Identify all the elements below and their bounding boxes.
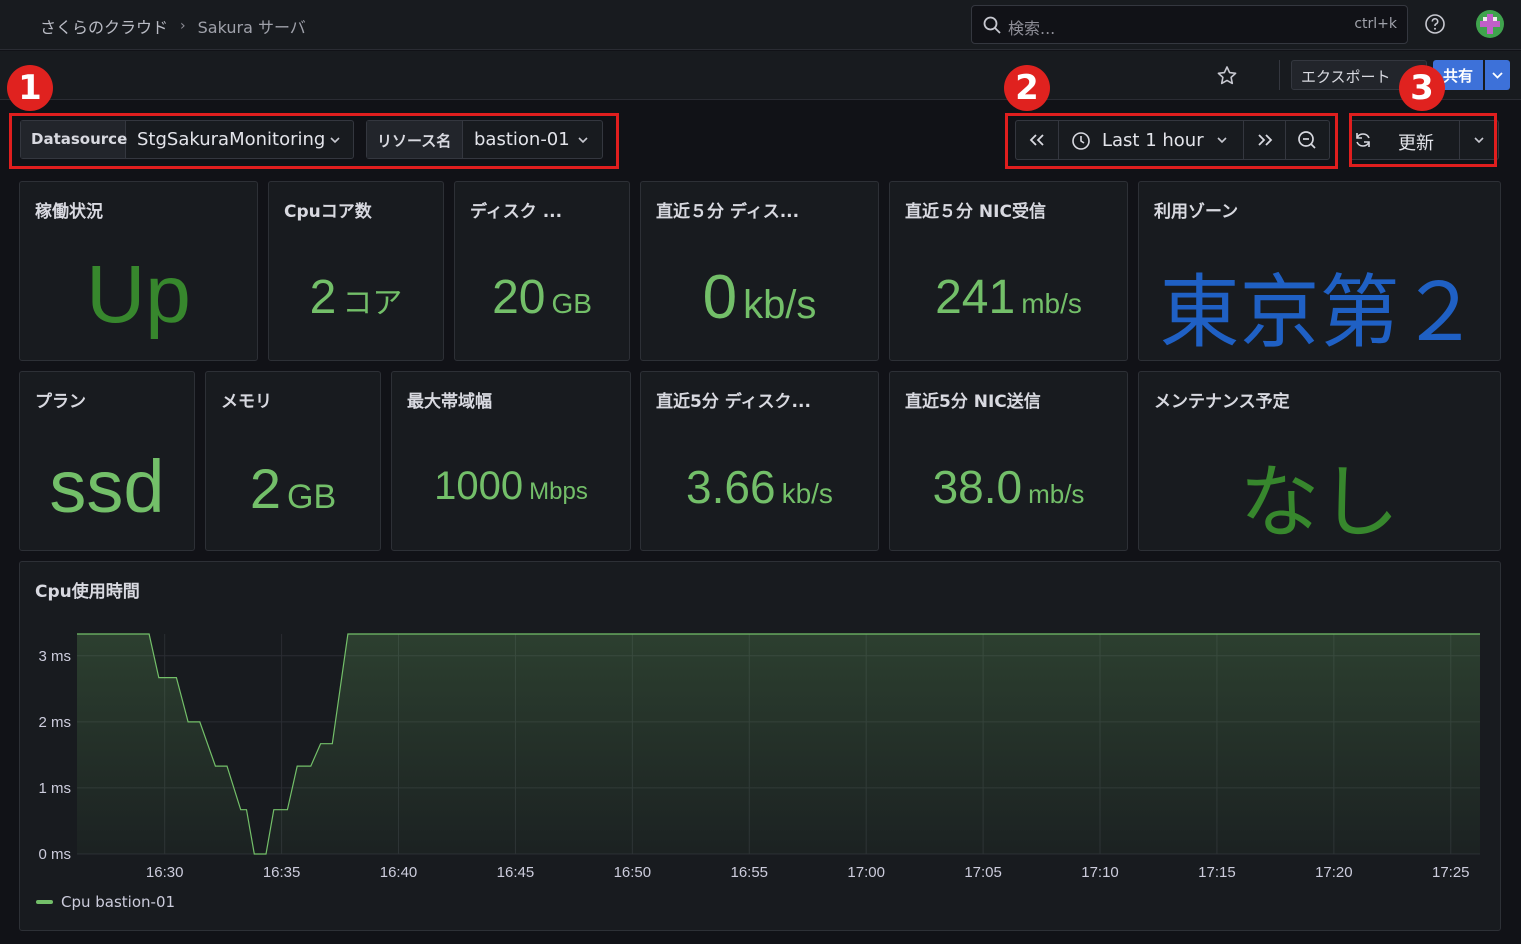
panel-cpu-usage-chart[interactable]: Cpu使用時間 0 ms 1 ms 2 ms 3 ms 16:30 16:35 16:40 1… <box>19 561 1501 931</box>
panel-title: 稼働状況 <box>35 202 103 222</box>
breadcrumb-separator: › <box>180 18 186 34</box>
stat-value: 東京第２ <box>1159 268 1480 357</box>
stat-value: 20 GB <box>455 270 629 325</box>
stat-unit: mb/s <box>1021 288 1082 319</box>
panel-title: 最大帯域幅 <box>407 392 492 412</box>
stat-unit: kb/s <box>781 478 833 509</box>
search-shortcut: ctrl+k <box>1354 16 1397 32</box>
stat-number: 0 <box>702 263 738 332</box>
panel-title: メンテナンス予定 <box>1154 392 1290 412</box>
panel-nic-send[interactable]: 直近5分 NIC送信 38.0 mb/s <box>889 371 1128 551</box>
stat-unit: Mbps <box>529 478 588 505</box>
panel-disk-5min-b[interactable]: 直近5分 ディスク... 3.66 kb/s <box>640 371 879 551</box>
search-placeholder: 検索... <box>1008 19 1056 38</box>
x-tick-label: 17:00 <box>847 864 885 881</box>
breadcrumb-home[interactable]: さくらのクラウド <box>40 14 168 38</box>
panel-disk-5min[interactable]: 直近５分 ディス... 0 kb/s <box>640 181 879 361</box>
y-tick-label: 1 ms <box>38 780 71 797</box>
annotation-badge-1: 1 <box>7 65 53 111</box>
stat-value: ssd <box>49 445 165 528</box>
stat-number: 3.66 <box>686 461 776 513</box>
stat-value: Up <box>86 249 191 340</box>
panel-zone[interactable]: 利用ゾーン 東京第２ <box>1138 181 1501 361</box>
stat-value: 1000 Mbps <box>392 464 630 509</box>
stat-value: 38.0 mb/s <box>890 460 1127 514</box>
annotation-box-2 <box>1005 113 1338 169</box>
stat-unit: GB <box>287 478 337 516</box>
export-label: エクスポート <box>1301 68 1391 86</box>
cpu-usage-chart: 0 ms 1 ms 2 ms 3 ms 16:30 16:35 16:40 16:45 16:5… <box>38 633 1480 881</box>
stat-value: 2 コア <box>269 270 443 325</box>
panel-memory[interactable]: メモリ 2 GB <box>205 371 381 551</box>
x-tick-label: 16:50 <box>614 864 652 881</box>
panel-maintenance[interactable]: メンテナンス予定 なし <box>1138 371 1501 551</box>
series-area <box>77 634 1480 854</box>
y-tick-label: 0 ms <box>38 846 71 863</box>
y-tick-label: 3 ms <box>38 648 71 665</box>
star-icon[interactable] <box>1215 64 1239 88</box>
stat-unit: mb/s <box>1028 479 1085 509</box>
x-tick-label: 17:20 <box>1315 864 1353 881</box>
help-icon[interactable] <box>1424 13 1446 35</box>
search-input[interactable]: 検索... ctrl+k <box>971 5 1408 44</box>
panel-plan[interactable]: プラン ssd <box>19 371 195 551</box>
stat-value: 2 GB <box>206 456 380 521</box>
y-tick-label: 2 ms <box>38 714 71 731</box>
share-dropdown-button[interactable] <box>1485 60 1510 90</box>
stat-unit: コア <box>342 287 403 320</box>
stat-number: 1000 <box>434 464 524 508</box>
panel-title: メモリ <box>221 392 272 412</box>
panel-disk[interactable]: ディスク ... 20 GB <box>454 181 630 361</box>
x-tick-label: 16:30 <box>146 864 184 881</box>
x-tick-label: 17:15 <box>1198 864 1236 881</box>
annotation-box-3 <box>1349 113 1497 167</box>
annotation-badge-3: 3 <box>1399 65 1445 111</box>
panel-cpu-cores[interactable]: Cpuコア数 2 コア <box>268 181 444 361</box>
breadcrumb: さくらのクラウド › Sakura サーバ <box>40 14 306 38</box>
panel-title: ディスク ... <box>470 202 563 222</box>
x-tick-label: 16:45 <box>497 864 535 881</box>
stat-number: 38.0 <box>932 461 1023 513</box>
x-tick-label: 16:35 <box>263 864 301 881</box>
share-label: 共有 <box>1443 67 1474 85</box>
stat-number: 2 <box>309 271 337 324</box>
toolbar-divider <box>1279 60 1280 90</box>
panel-title: プラン <box>35 392 86 412</box>
x-tick-label: 16:40 <box>380 864 418 881</box>
panel-title: 利用ゾーン <box>1154 202 1239 222</box>
user-avatar[interactable] <box>1476 10 1504 38</box>
stat-number: 2 <box>249 457 282 520</box>
panel-title: 直近5分 NIC送信 <box>905 392 1041 412</box>
panel-status[interactable]: 稼働状況 Up <box>19 181 258 361</box>
legend-swatch <box>36 900 53 904</box>
panel-title: 直近5分 ディスク... <box>656 392 811 412</box>
panel-title: 直近５分 ディス... <box>656 202 800 222</box>
stat-unit: GB <box>551 288 592 319</box>
stat-number: 241 <box>935 271 1016 324</box>
panel-bandwidth[interactable]: 最大帯域幅 1000 Mbps <box>391 371 631 551</box>
search-icon <box>983 16 1001 34</box>
legend-label: Cpu bastion-01 <box>61 893 176 911</box>
annotation-box-1 <box>9 113 619 169</box>
x-tick-label: 16:55 <box>730 864 768 881</box>
stat-number: 20 <box>492 271 546 324</box>
breadcrumb-current[interactable]: Sakura サーバ <box>198 14 306 38</box>
top-nav-bar: さくらのクラウド › Sakura サーバ 検索... ctrl+k <box>0 0 1521 50</box>
stat-value: 241 mb/s <box>890 270 1127 325</box>
chevron-down-icon <box>1492 72 1503 79</box>
stat-unit: kb/s <box>743 283 817 327</box>
stat-value: 0 kb/s <box>641 262 878 333</box>
x-tick-label: 17:25 <box>1432 864 1470 881</box>
annotation-badge-2: 2 <box>1004 65 1050 111</box>
stat-value: 3.66 kb/s <box>641 460 878 514</box>
stat-value: なし <box>1239 458 1400 547</box>
panel-title: Cpuコア数 <box>284 202 372 222</box>
panel-title: 直近５分 NIC受信 <box>905 202 1046 222</box>
x-tick-label: 17:05 <box>964 864 1002 881</box>
panel-nic-receive[interactable]: 直近５分 NIC受信 241 mb/s <box>889 181 1128 361</box>
x-tick-label: 17:10 <box>1081 864 1119 881</box>
chart-legend[interactable]: Cpu bastion-01 <box>36 893 175 911</box>
